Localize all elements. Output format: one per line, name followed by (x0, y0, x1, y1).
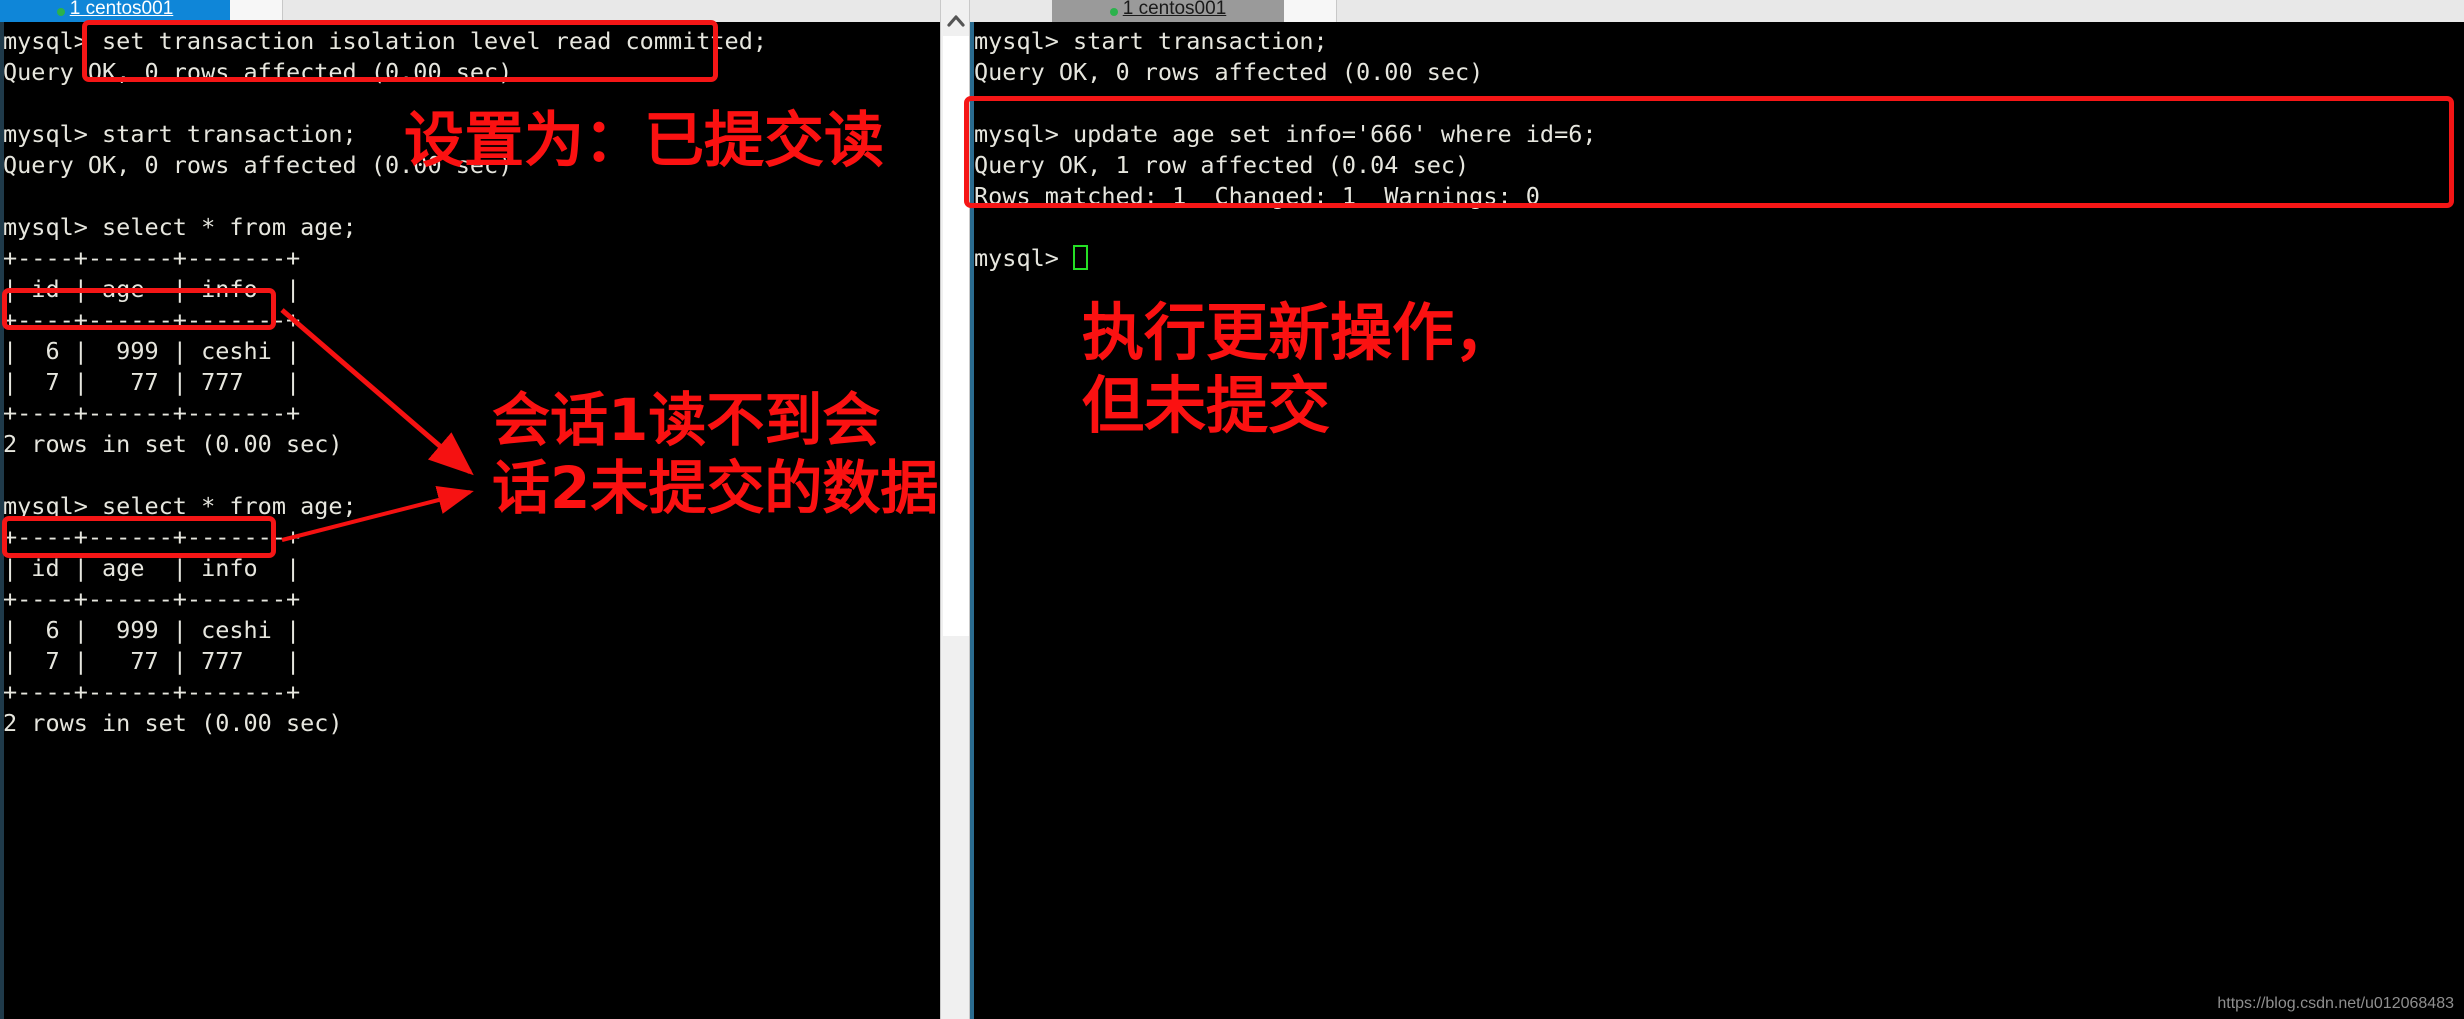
terminal-line: | id | age | info | (3, 275, 301, 303)
terminal-line: | 6 | 999 | ceshi | (3, 616, 301, 644)
terminal-line: +----+------+-------+ (3, 585, 301, 613)
terminal-line: +----+------+-------+ (3, 523, 301, 551)
terminal-line: 2 rows in set (0.00 sec) (3, 709, 343, 737)
scrollbar-thumb[interactable] (943, 36, 969, 636)
terminal-line: | id | age | info | (3, 554, 301, 582)
right-pane-edge (970, 22, 974, 1019)
terminal-line: +----+------+-------+ (3, 244, 301, 272)
annotation-note-session1-cannot-read: 会话1读不到会 话2未提交的数据 (492, 386, 939, 523)
vertical-scrollbar[interactable] (940, 0, 970, 1019)
annotation-note-update-not-committed: 执行更新操作， 但未提交 (1082, 296, 1517, 443)
right-tabstrip: 1 centos001 (970, 0, 2464, 23)
csdn-watermark: https://blog.csdn.net/u012068483 (2217, 995, 2454, 1012)
tab-label-left: 1 centos001 (69, 0, 174, 19)
right-terminal-output: mysql> start transaction; Query OK, 0 row… (974, 26, 1597, 274)
terminal-line: Rows matched: 1 Changed: 1 Warnings: 0 (974, 182, 1540, 210)
terminal-line: +----+------+-------+ (3, 678, 301, 706)
status-dot-icon (1109, 8, 1118, 16)
terminal-line: mysql> update age set info='666' where i… (974, 120, 1597, 148)
terminal-line: | 6 | 999 | ceshi | (3, 337, 301, 365)
screenshot-root: 1 centos001 1 centos001 mysql> set trans… (0, 0, 2464, 1019)
left-pane-edge (0, 22, 4, 1019)
tab-label-right: 1 centos001 (1122, 0, 1227, 19)
terminal-line: mysql> set transaction isolation level r… (3, 27, 768, 55)
scroll-up-arrow-icon[interactable] (941, 8, 971, 34)
terminal-line: | 7 | 77 | 777 | (3, 647, 301, 675)
right-terminal-pane[interactable]: mysql> start transaction; Query OK, 0 row… (970, 22, 2464, 1019)
annotation-note-set-isolation: 设置为：已提交读 (404, 106, 884, 176)
terminal-line: Query OK, 0 rows affected (0.00 sec) (974, 58, 1484, 86)
terminal-line: mysql> (974, 243, 1597, 274)
tab-centos001-left[interactable]: 1 centos001 (0, 0, 230, 22)
terminal-line: Query OK, 0 rows affected (0.00 sec) (3, 58, 513, 86)
right-tab-newtab-slot[interactable] (1284, 0, 1337, 22)
tab-centos001-right[interactable]: 1 centos001 (1052, 0, 1284, 22)
status-dot-icon (56, 8, 65, 16)
scrollbar-track[interactable] (943, 636, 969, 1019)
terminal-line: Query OK, 1 row affected (0.04 sec) (974, 151, 1470, 179)
terminal-line: mysql> start transaction; (974, 27, 1328, 55)
left-tabstrip: 1 centos001 (0, 0, 940, 23)
left-tab-newtab-slot[interactable] (230, 0, 283, 22)
terminal-cursor (1073, 245, 1089, 270)
terminal-line: mysql> select * from age; (3, 213, 357, 241)
terminal-line: +----+------+-------+ (3, 306, 301, 334)
